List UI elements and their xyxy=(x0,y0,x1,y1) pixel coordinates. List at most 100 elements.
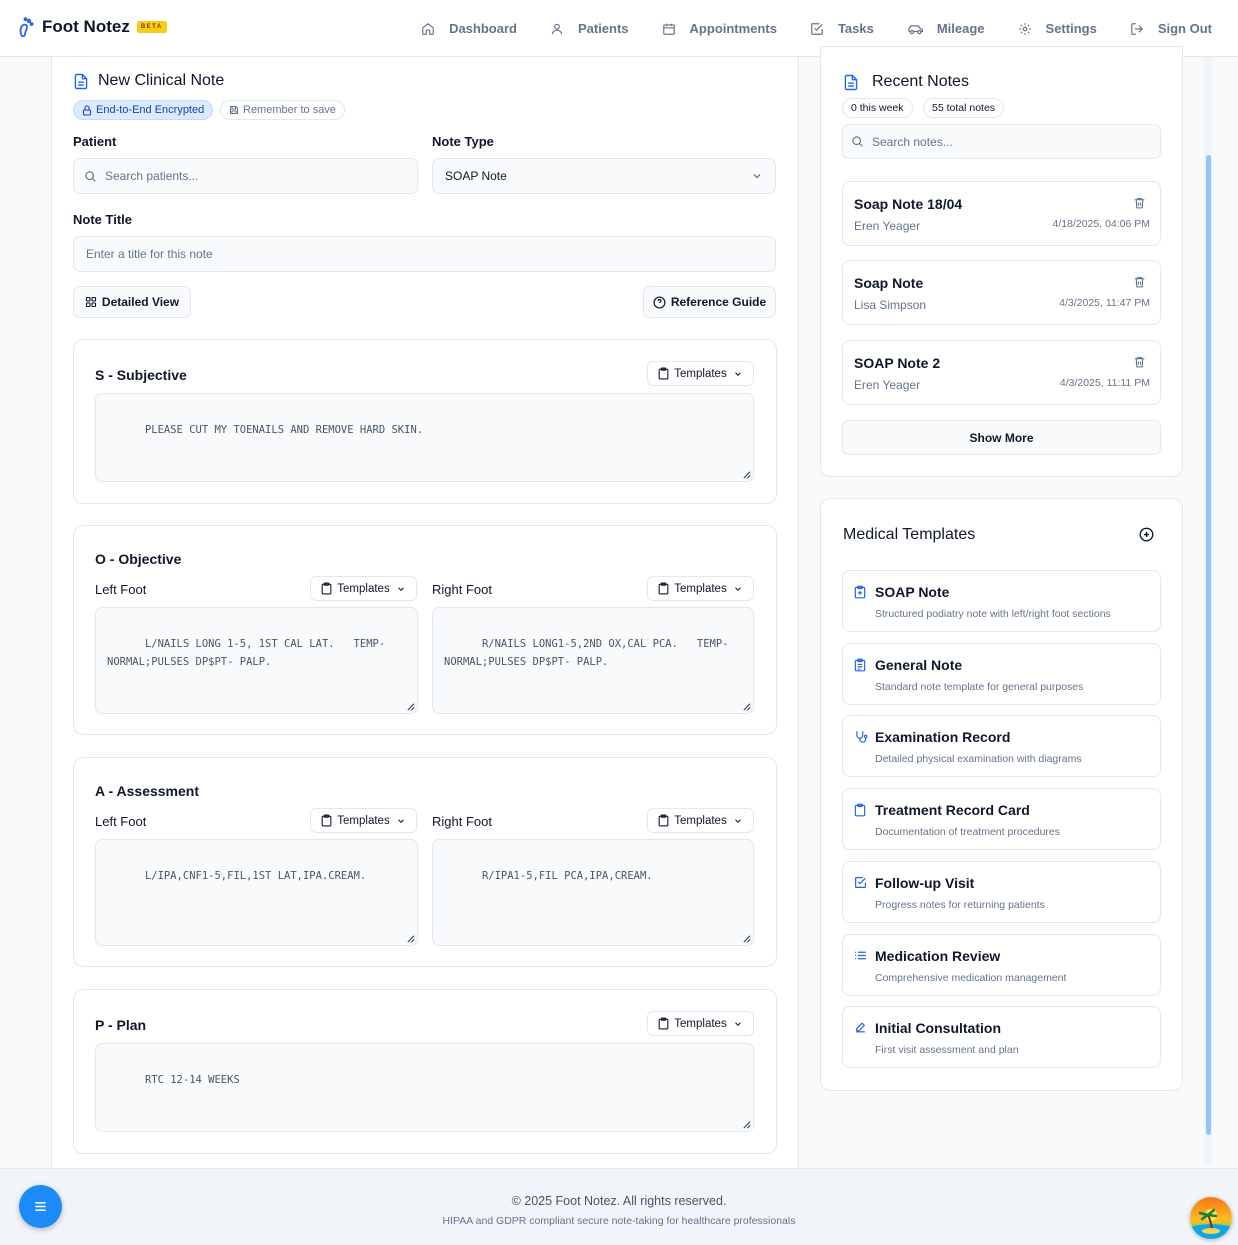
grid-icon xyxy=(85,296,102,308)
total-notes-badge: 55 total notes xyxy=(923,98,1005,118)
template-item-medication-review[interactable]: Medication Review Comprehensive medicati… xyxy=(842,934,1161,996)
clipboard-icon xyxy=(321,582,332,595)
resize-handle-icon xyxy=(743,1121,751,1129)
chevron-down-icon xyxy=(397,818,404,823)
templates-dropdown[interactable]: Templates xyxy=(647,361,754,386)
templates-dropdown[interactable]: Templates xyxy=(647,808,754,833)
section-title: A - Assessment xyxy=(95,783,200,799)
nav-patients[interactable]: Patients xyxy=(550,21,629,36)
nav-label: Dashboard xyxy=(449,21,517,36)
note-patient: Eren Yeager xyxy=(854,378,921,392)
template-item-general-note[interactable]: General Note Standard note template for … xyxy=(842,643,1161,705)
encrypted-badge: End-to-End Encrypted xyxy=(73,100,214,120)
note-type-label: Note Type xyxy=(432,134,494,149)
save-reminder-badge: Remember to save xyxy=(220,100,345,120)
medical-templates-card: Medical Templates SOAP Note Structured p… xyxy=(820,498,1183,1091)
trash-icon[interactable] xyxy=(1133,355,1146,369)
note-type-select[interactable]: SOAP Note xyxy=(432,158,776,194)
note-editor-header: New Clinical Note xyxy=(74,72,224,90)
clipboard-icon xyxy=(854,803,866,817)
section-title: O - Objective xyxy=(95,551,182,567)
template-item-soap-note[interactable]: SOAP Note Structured podiatry note with … xyxy=(842,570,1161,632)
nav-settings[interactable]: Settings xyxy=(1018,21,1097,36)
trash-icon[interactable] xyxy=(1133,275,1146,289)
note-title: Soap Note xyxy=(854,275,924,291)
gear-icon xyxy=(1018,22,1046,36)
objective-left-textarea[interactable]: L/NAILS LONG 1-5, 1ST CAL LAT. TEMP-NORM… xyxy=(95,607,418,714)
stethoscope-icon xyxy=(854,730,868,744)
template-item-follow-up-visit[interactable]: Follow-up Visit Progress notes for retur… xyxy=(842,861,1161,923)
car-icon xyxy=(907,22,937,36)
search-icon xyxy=(851,135,864,148)
note-patient: Eren Yeager xyxy=(854,219,921,233)
chevron-down-icon xyxy=(397,586,404,591)
right-foot-label: Right Foot xyxy=(432,582,492,597)
templates-dropdown[interactable]: Templates xyxy=(647,1011,754,1036)
objective-section: O - Objective Left Foot Templates Right … xyxy=(73,525,777,735)
note-title-label: Note Title xyxy=(73,212,132,227)
detailed-view-button[interactable]: Detailed View xyxy=(73,286,191,318)
recent-note-item[interactable]: Soap Note 18/04 Eren Yeager 4/18/2025, 0… xyxy=(842,181,1161,246)
templates-dropdown[interactable]: Templates xyxy=(647,576,754,601)
recent-note-item[interactable]: SOAP Note 2 Eren Yeager 4/3/2025, 11:11 … xyxy=(842,340,1161,405)
patient-search-input[interactable]: Search patients... xyxy=(73,158,418,194)
clipboard-icon xyxy=(658,367,669,380)
templates-dropdown[interactable]: Templates xyxy=(310,808,417,833)
assessment-section: A - Assessment Left Foot Templates Right… xyxy=(73,757,777,967)
chevron-down-icon xyxy=(734,818,741,823)
save-icon xyxy=(229,105,243,115)
recent-note-item[interactable]: Soap Note Lisa Simpson 4/3/2025, 11:47 P… xyxy=(842,260,1161,325)
menu-fab-button[interactable] xyxy=(19,1185,62,1228)
templates-title: Medical Templates xyxy=(843,526,976,543)
this-week-count-badge: 0 this week xyxy=(842,98,913,118)
note-patient: Lisa Simpson xyxy=(854,298,927,312)
brand[interactable]: Foot Notez BETA xyxy=(18,17,167,37)
home-icon xyxy=(421,22,449,36)
plan-textarea[interactable]: RTC 12-14 WEEKS xyxy=(95,1043,754,1132)
clipboard-icon xyxy=(658,582,669,595)
lock-icon xyxy=(82,104,96,116)
check-square-icon xyxy=(854,876,867,889)
nav-label: Settings xyxy=(1045,21,1097,36)
avatar[interactable] xyxy=(1190,1197,1232,1239)
plan-section: P - Plan Templates RTC 12-14 WEEKS xyxy=(73,989,777,1154)
search-icon xyxy=(84,170,97,183)
objective-right-textarea[interactable]: R/NAILS LONG1-5,2ND OX,CAL PCA. TEMP-NOR… xyxy=(432,607,754,714)
logout-icon xyxy=(1130,22,1158,36)
nav-appointments[interactable]: Appointments xyxy=(662,21,777,36)
resize-handle-icon xyxy=(743,471,751,479)
nav-mileage[interactable]: Mileage xyxy=(907,21,985,36)
chevron-down-icon xyxy=(751,170,763,182)
templates-dropdown[interactable]: Templates xyxy=(310,576,417,601)
nav-dashboard[interactable]: Dashboard xyxy=(421,21,517,36)
right-foot-label: Right Foot xyxy=(432,814,492,829)
recent-notes-card: Recent Notes 0 this week 55 total notes … xyxy=(820,46,1183,477)
assessment-right-textarea[interactable]: R/IPA1-5,FIL PCA,IPA,CREAM. xyxy=(432,839,754,946)
nav-sign-out[interactable]: Sign Out xyxy=(1130,21,1212,36)
section-title: S - Subjective xyxy=(95,367,187,383)
assessment-left-textarea[interactable]: L/IPA,CNF1-5,FIL,1ST LAT,IPA.CREAM. xyxy=(95,839,418,946)
help-circle-icon xyxy=(653,295,671,309)
clipboard-icon xyxy=(321,814,332,827)
nav-label: Patients xyxy=(577,21,629,36)
notes-search-input[interactable]: Search notes... xyxy=(842,124,1161,159)
list-icon xyxy=(854,949,867,962)
template-item-initial-consultation[interactable]: Initial Consultation First visit assessm… xyxy=(842,1006,1161,1068)
show-more-button[interactable]: Show More xyxy=(842,420,1161,455)
scrollbar-thumb[interactable] xyxy=(1206,155,1211,1135)
file-text-icon xyxy=(844,74,858,91)
template-item-treatment-record-card[interactable]: Treatment Record Card Documentation of t… xyxy=(842,788,1161,850)
reference-guide-button[interactable]: Reference Guide xyxy=(643,286,776,318)
resize-handle-icon xyxy=(743,935,751,943)
nav-label: Tasks xyxy=(837,21,874,36)
section-title: P - Plan xyxy=(95,1017,147,1033)
note-title-input[interactable]: Enter a title for this note xyxy=(73,236,776,272)
note-date: 4/3/2025, 11:11 PM xyxy=(1059,377,1150,389)
nav-tasks[interactable]: Tasks xyxy=(810,21,874,36)
subjective-textarea[interactable]: PLEASE CUT MY TOENAILS AND REMOVE HARD S… xyxy=(95,393,754,482)
subjective-section: S - Subjective Templates PLEASE CUT MY T… xyxy=(73,339,777,504)
template-item-examination-record[interactable]: Examination Record Detailed physical exa… xyxy=(842,715,1161,777)
left-foot-label: Left Foot xyxy=(95,814,147,829)
add-template-icon[interactable] xyxy=(1139,527,1154,542)
trash-icon[interactable] xyxy=(1133,196,1146,210)
